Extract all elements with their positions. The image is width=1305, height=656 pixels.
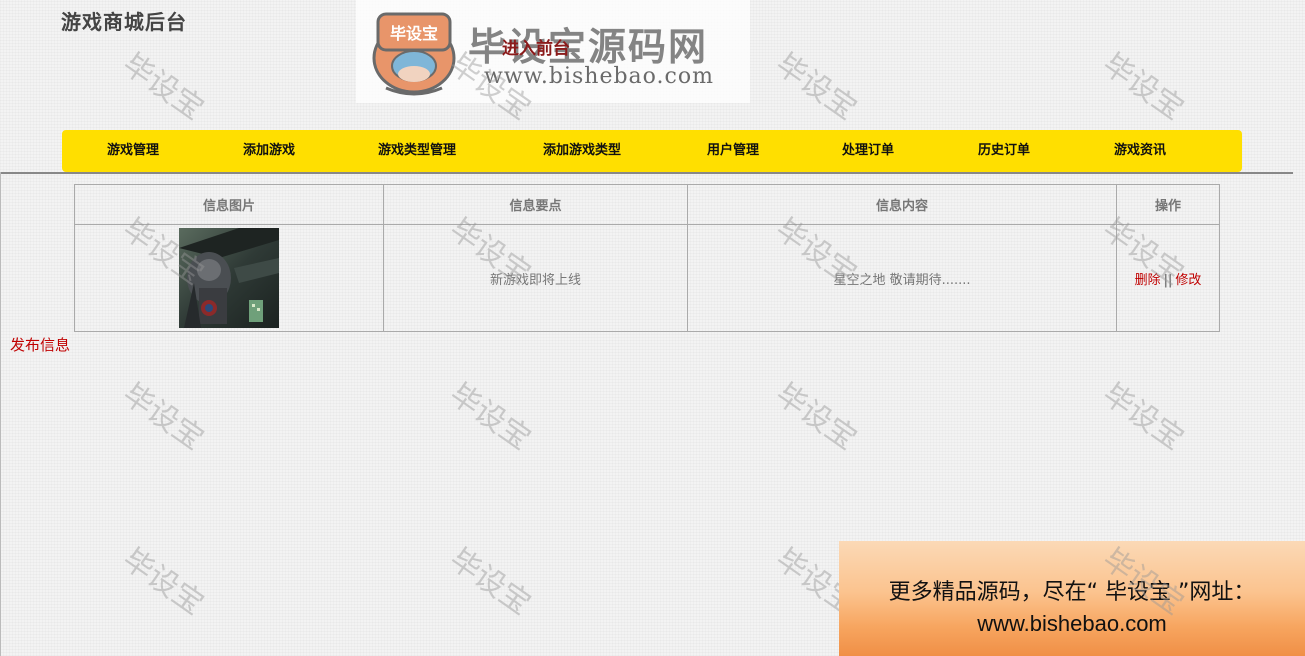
watermark: 毕设宝 (116, 376, 210, 458)
nav-game-type-manage[interactable]: 游戏类型管理 (378, 130, 456, 172)
game-thumbnail-image (179, 228, 279, 328)
cell-point: 新游戏即将上线 (383, 224, 688, 332)
table-header-row: 信息图片 信息要点 信息内容 操作 (74, 184, 1220, 225)
nav-game-news[interactable]: 游戏资讯 (1114, 130, 1166, 172)
watermark: 毕设宝 (1096, 376, 1190, 458)
enter-frontend-link[interactable]: 进入前台 (502, 34, 570, 59)
cell-image (74, 224, 384, 332)
col-header-actions: 操作 (1116, 184, 1220, 225)
table-row: 新游戏即将上线 星空之地 敬请期待....... 删除 || 修改 (74, 224, 1220, 332)
cell-content: 星空之地 敬请期待....... (687, 224, 1117, 332)
mascot-logo-icon: 毕设宝 (372, 12, 456, 96)
edit-link[interactable]: 修改 (1175, 273, 1201, 288)
col-header-point: 信息要点 (383, 184, 688, 225)
nav-history-orders[interactable]: 历史订单 (978, 130, 1030, 172)
promo-banner: 更多精品源码，尽在“ 毕设宝 ”网址： www.bishebao.com (839, 541, 1305, 656)
site-title: 游戏商城后台 (61, 10, 187, 34)
nav-process-orders[interactable]: 处理订单 (842, 130, 894, 172)
logo-url: www.bishebao.com (484, 64, 714, 89)
delete-link[interactable]: 删除 (1135, 273, 1161, 288)
publish-info-link[interactable]: 发布信息 (10, 334, 70, 355)
logo-badge-text: 毕设宝 (390, 24, 438, 43)
promo-text: 更多精品源码，尽在“ 毕设宝 ”网址： (888, 580, 1256, 605)
nav-add-game-type[interactable]: 添加游戏类型 (543, 130, 621, 172)
left-border (0, 172, 1, 656)
watermark: 毕设宝 (1096, 46, 1190, 128)
col-header-image: 信息图片 (74, 184, 384, 225)
watermark: 毕设宝 (443, 541, 537, 623)
nav-user-manage[interactable]: 用户管理 (707, 130, 759, 172)
nav-game-manage[interactable]: 游戏管理 (107, 130, 159, 172)
header-divider (0, 172, 1293, 174)
watermark: 毕设宝 (769, 46, 863, 128)
watermark: 毕设宝 (116, 46, 210, 128)
col-header-content: 信息内容 (687, 184, 1117, 225)
watermark: 毕设宝 (443, 376, 537, 458)
info-table: 信息图片 信息要点 信息内容 操作 新游戏即将上线 星空之地 敬请期待.....… (74, 184, 1220, 332)
action-separator: || (1163, 272, 1173, 288)
main-nav: 游戏管理 添加游戏 游戏类型管理 添加游戏类型 用户管理 处理订单 历史订单 游… (62, 130, 1242, 172)
cell-actions: 删除 || 修改 (1116, 224, 1220, 332)
watermark: 毕设宝 (116, 541, 210, 623)
promo-url: www.bishebao.com (977, 611, 1167, 636)
watermark: 毕设宝 (769, 376, 863, 458)
nav-add-game[interactable]: 添加游戏 (243, 130, 295, 172)
